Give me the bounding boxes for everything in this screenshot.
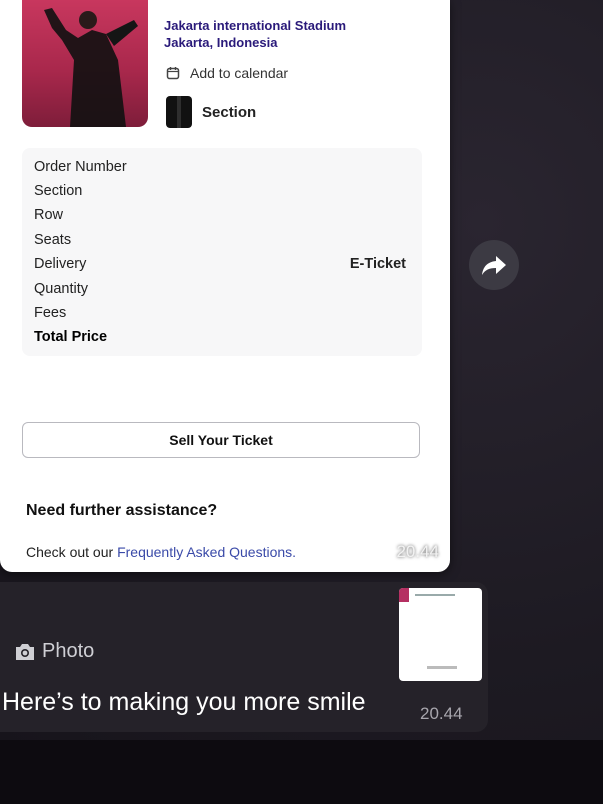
venue-stadium: Jakarta international Stadium xyxy=(164,18,347,33)
seat-icon xyxy=(166,96,192,128)
faq-prefix: Check out our xyxy=(26,544,118,560)
detail-label-fees: Fees xyxy=(34,305,67,321)
detail-label-total-price: Total Price xyxy=(34,329,108,345)
photo-thumbnail[interactable] xyxy=(399,588,482,681)
add-to-calendar-label: Add to calendar xyxy=(190,65,289,81)
assistance-heading: Need further assistance? xyxy=(26,502,218,519)
detail-label-row: Row xyxy=(34,207,64,223)
faq-link[interactable]: Frequently Asked Questions. xyxy=(117,544,296,560)
forward-button[interactable] xyxy=(469,240,519,290)
section-label: Section xyxy=(202,103,257,121)
detail-label-order-number: Order Number xyxy=(34,159,127,175)
faq-text: Check out our Frequently Asked Questions… xyxy=(26,544,296,560)
venue-city: Jakarta, Indonesia xyxy=(164,35,278,50)
photo-label-text: Photo xyxy=(42,640,95,662)
calendar-icon xyxy=(166,67,180,80)
ticket-image-message[interactable]: Jakarta international Stadium Jakarta, I… xyxy=(0,0,450,572)
sell-ticket-button[interactable]: Sell Your Ticket xyxy=(22,422,420,458)
add-to-calendar-link[interactable]: Add to calendar xyxy=(166,65,288,81)
bottom-bar xyxy=(0,740,603,804)
detail-value-delivery: E-Ticket xyxy=(349,256,406,272)
reply-timestamp: 20.44 xyxy=(420,704,463,723)
forward-icon xyxy=(482,256,506,275)
order-details-panel: Order Number Section Row Seats Delivery … xyxy=(22,148,422,356)
detail-label-delivery: Delivery xyxy=(34,256,87,272)
detail-label-section: Section xyxy=(34,183,83,199)
detail-label-seats: Seats xyxy=(34,232,72,248)
section-indicator: Section xyxy=(166,96,256,128)
detail-label-quantity: Quantity xyxy=(34,281,88,297)
camera-icon xyxy=(16,643,34,660)
message-caption: Here’s to making you more smile xyxy=(2,688,366,716)
message-timestamp: 20.44 xyxy=(396,542,439,561)
venue-name: Jakarta international Stadium Jakarta, I… xyxy=(164,17,346,51)
photo-reply-label: Photo xyxy=(14,640,94,663)
event-poster xyxy=(22,0,148,127)
